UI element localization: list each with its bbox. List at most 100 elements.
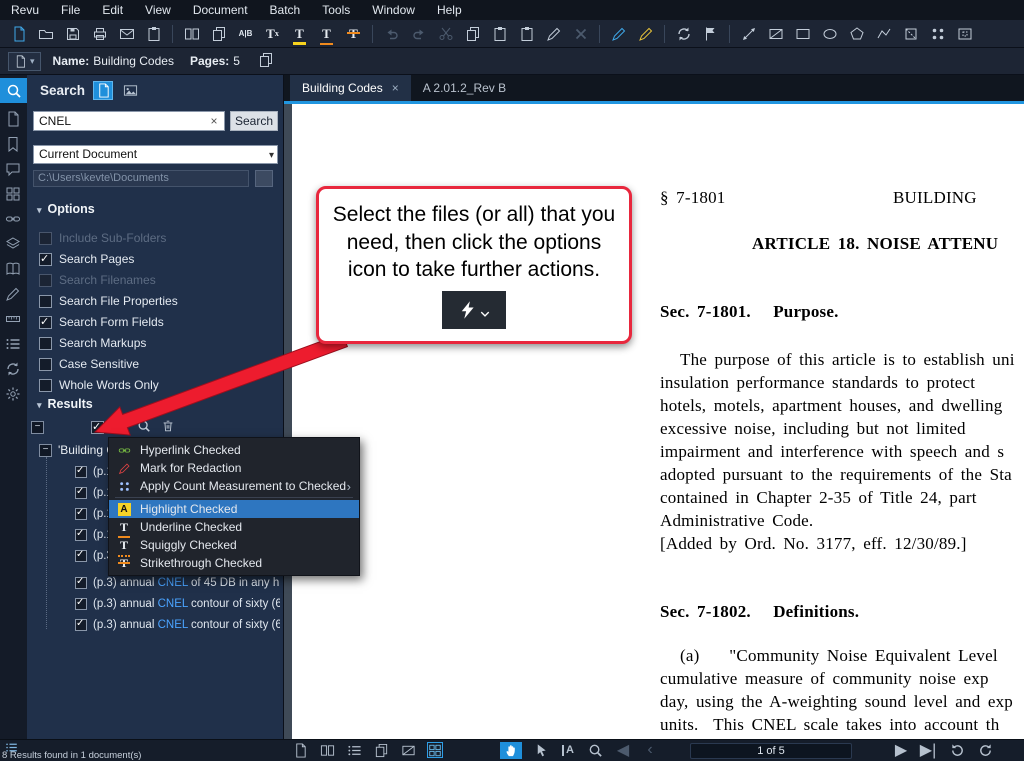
open-icon[interactable] <box>37 25 54 42</box>
fit-page-icon[interactable] <box>400 742 416 758</box>
collapse-all-icon[interactable] <box>31 421 44 434</box>
next-page-icon[interactable]: ▶ <box>893 742 909 758</box>
clear-search-icon[interactable]: × <box>207 114 221 128</box>
options-section-header[interactable]: ▾Options <box>37 202 95 216</box>
menu-batch[interactable]: Batch <box>259 0 312 20</box>
delete-icon[interactable] <box>572 25 589 42</box>
search-panel-icon[interactable] <box>0 78 27 103</box>
result-checkbox[interactable] <box>75 577 87 589</box>
sync-views-icon[interactable] <box>210 25 227 42</box>
result-checkbox[interactable] <box>75 487 87 499</box>
option-search-file-properties[interactable]: Search File Properties <box>39 293 178 309</box>
result-checkbox[interactable] <box>75 529 87 541</box>
result-row[interactable]: (p.3) annual CNEL of 45 DB in any hu... <box>75 576 280 590</box>
insert-pages-icon[interactable] <box>258 52 276 70</box>
format-painter-icon[interactable] <box>545 25 562 42</box>
cutout-icon[interactable] <box>956 25 973 42</box>
previous-page-icon[interactable]: ‹ <box>642 742 658 758</box>
rectangle-icon[interactable] <box>794 25 811 42</box>
search-button[interactable]: Search <box>230 111 278 131</box>
next-view-icon[interactable] <box>977 742 993 758</box>
zoom-tool-icon[interactable] <box>587 743 603 759</box>
settings-icon[interactable] <box>5 386 22 403</box>
thumbnails-panel-icon[interactable] <box>5 186 22 203</box>
copy-icon[interactable] <box>464 25 481 42</box>
checkbox[interactable] <box>39 274 52 287</box>
previous-view-icon[interactable] <box>950 742 966 758</box>
result-checkbox[interactable] <box>75 619 87 631</box>
last-page-icon[interactable]: ▶| <box>920 742 936 758</box>
signatures-panel-icon[interactable] <box>5 286 22 303</box>
search-scope-dropdown[interactable]: Current Document▾ <box>33 145 278 164</box>
menu-view[interactable]: View <box>134 0 182 20</box>
callout-annotation[interactable]: Select the files (or all) that you need,… <box>316 186 632 344</box>
sketch-rectangle-icon[interactable] <box>767 25 784 42</box>
menu-window[interactable]: Window <box>361 0 426 20</box>
combine-icon[interactable] <box>145 25 162 42</box>
facing-pages-view-icon[interactable] <box>319 742 335 758</box>
option-search-pages[interactable]: Search Pages <box>39 251 134 267</box>
bookmarks-panel-icon[interactable] <box>5 136 22 153</box>
checkbox[interactable] <box>39 316 52 329</box>
checkbox[interactable] <box>39 379 52 392</box>
polygon-icon[interactable] <box>848 25 865 42</box>
option-include-subfolders[interactable]: Include Sub-Folders <box>39 230 166 246</box>
menu-item-apply-count-measurement[interactable]: Apply Count Measurement to Checked › <box>109 477 359 495</box>
page-selector-button[interactable]: ▾ <box>8 52 41 71</box>
option-search-filenames[interactable]: Search Filenames <box>39 272 156 288</box>
highlight-text-icon[interactable]: T <box>291 25 308 42</box>
pen-icon[interactable] <box>610 25 627 42</box>
menu-item-underline-checked[interactable]: T Underline Checked <box>109 518 359 536</box>
result-checkbox[interactable] <box>75 466 87 478</box>
measurements-panel-icon[interactable] <box>5 311 22 328</box>
result-checkbox[interactable] <box>75 598 87 610</box>
comments-panel-icon[interactable] <box>5 161 22 178</box>
search-input[interactable] <box>33 111 225 131</box>
underline-text-icon[interactable]: T <box>318 25 335 42</box>
strikethrough-text-icon[interactable]: T <box>345 25 362 42</box>
pan-tool-icon[interactable] <box>500 742 522 759</box>
checkbox[interactable] <box>39 232 52 245</box>
undo-icon[interactable] <box>383 25 400 42</box>
compare-documents-icon[interactable]: A|B <box>237 25 254 42</box>
polyline-icon[interactable] <box>875 25 892 42</box>
email-icon[interactable] <box>118 25 135 42</box>
spaces-panel-icon[interactable] <box>5 261 22 278</box>
flatten-icon[interactable] <box>675 25 692 42</box>
checkbox[interactable] <box>39 337 52 350</box>
measure-area-icon[interactable] <box>902 25 919 42</box>
dimension-icon[interactable] <box>740 25 757 42</box>
markup-list-panel-icon[interactable] <box>5 336 22 353</box>
close-tab-icon[interactable]: × <box>392 81 399 95</box>
result-row[interactable]: (p.3) annual CNEL contour of sixty (6... <box>75 597 280 611</box>
menu-item-hyperlink-checked[interactable]: Hyperlink Checked <box>109 441 359 459</box>
active-view-mode-icon[interactable] <box>427 742 443 758</box>
tab-a2012-revb[interactable]: A 2.01.2_Rev B <box>411 75 518 101</box>
result-checkbox[interactable] <box>75 508 87 520</box>
redo-icon[interactable] <box>410 25 427 42</box>
result-checkbox[interactable] <box>75 550 87 562</box>
hyperlinks-panel-icon[interactable] <box>5 211 22 228</box>
menu-item-strikethrough-checked[interactable]: T Strikethrough Checked <box>109 554 359 572</box>
single-page-view-icon[interactable] <box>292 742 308 758</box>
menu-document[interactable]: Document <box>182 0 259 20</box>
paste-icon[interactable] <box>491 25 508 42</box>
menu-edit[interactable]: Edit <box>91 0 134 20</box>
split-view-icon[interactable] <box>373 742 389 758</box>
cut-icon[interactable] <box>437 25 454 42</box>
paste-in-place-icon[interactable] <box>518 25 535 42</box>
page-label-icon[interactable] <box>702 25 719 42</box>
result-row[interactable]: (p.3) annual CNEL contour of sixty (6... <box>75 618 280 632</box>
select-tool-icon[interactable] <box>533 743 549 759</box>
menu-item-squiggly-checked[interactable]: T Squiggly Checked <box>109 536 359 554</box>
checkbox[interactable] <box>39 295 52 308</box>
highlighter-icon[interactable] <box>637 25 654 42</box>
edit-text-icon[interactable]: Tx <box>264 25 281 42</box>
ellipse-icon[interactable] <box>821 25 838 42</box>
browse-folder-button[interactable] <box>255 170 273 187</box>
checkbox[interactable] <box>39 358 52 371</box>
menu-item-highlight-checked[interactable]: A Highlight Checked <box>109 500 359 518</box>
studio-panel-icon[interactable] <box>5 361 22 378</box>
visual-search-icon[interactable] <box>120 81 140 100</box>
page-indicator[interactable]: 1 of 5 <box>690 743 852 759</box>
